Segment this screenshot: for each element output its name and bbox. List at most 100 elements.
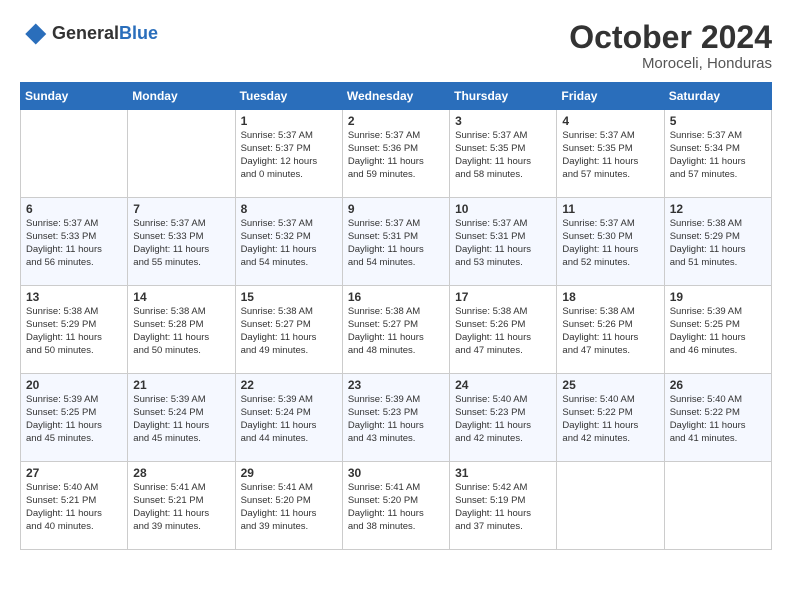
- cell-info: Sunrise: 5:37 AM Sunset: 5:35 PM Dayligh…: [562, 130, 658, 181]
- calendar-cell: 29 Sunrise: 5:41 AM Sunset: 5:20 PM Dayli…: [235, 462, 342, 550]
- calendar-cell: 4 Sunrise: 5:37 AM Sunset: 5:35 PM Daylig…: [557, 110, 664, 198]
- calendar-cell: 3 Sunrise: 5:37 AM Sunset: 5:35 PM Daylig…: [450, 110, 557, 198]
- calendar-cell: 17Sunrise: 5:38 AM Sunset: 5:26 PM Dayli…: [450, 286, 557, 374]
- logo-general: General: [52, 23, 119, 43]
- cell-info: Sunrise: 5:41 AM Sunset: 5:20 PM Dayligh…: [241, 482, 337, 533]
- logo: GeneralBlue: [20, 20, 158, 48]
- calendar-body: 1 Sunrise: 5:37 AM Sunset: 5:37 PM Daylig…: [21, 110, 772, 550]
- calendar-cell: 6 Sunrise: 5:37 AM Sunset: 5:33 PM Daylig…: [21, 198, 128, 286]
- week-row-3: 13Sunrise: 5:38 AM Sunset: 5:29 PM Dayli…: [21, 286, 772, 374]
- cell-info: Sunrise: 5:39 AM Sunset: 5:24 PM Dayligh…: [133, 394, 229, 445]
- logo-icon: [20, 20, 48, 48]
- cell-info: Sunrise: 5:41 AM Sunset: 5:21 PM Dayligh…: [133, 482, 229, 533]
- calendar-cell: 30 Sunrise: 5:41 AM Sunset: 5:20 PM Dayli…: [342, 462, 449, 550]
- day-number: 18: [562, 290, 658, 304]
- day-number: 3: [455, 114, 551, 128]
- day-number: 16: [348, 290, 444, 304]
- day-number: 5: [670, 114, 766, 128]
- month-title: October 2024: [569, 20, 772, 55]
- calendar-cell: 9 Sunrise: 5:37 AM Sunset: 5:31 PM Daylig…: [342, 198, 449, 286]
- cell-info: Sunrise: 5:37 AM Sunset: 5:33 PM Dayligh…: [133, 218, 229, 269]
- location-subtitle: Moroceli, Honduras: [569, 55, 772, 72]
- cell-info: Sunrise: 5:41 AM Sunset: 5:20 PM Dayligh…: [348, 482, 444, 533]
- day-number: 6: [26, 202, 122, 216]
- calendar-cell: 15 Sunrise: 5:38 AM Sunset: 5:27 PM Dayli…: [235, 286, 342, 374]
- cell-info: Sunrise: 5:38 AM Sunset: 5:26 PM Dayligh…: [562, 306, 658, 357]
- cell-info: Sunrise: 5:39 AM Sunset: 5:25 PM Dayligh…: [670, 306, 766, 357]
- cell-info: Sunrise: 5:37 AM Sunset: 5:37 PM Dayligh…: [241, 130, 337, 181]
- calendar-cell: 24Sunrise: 5:40 AM Sunset: 5:23 PM Dayli…: [450, 374, 557, 462]
- day-number: 29: [241, 466, 337, 480]
- day-number: 20: [26, 378, 122, 392]
- calendar-cell: 21 Sunrise: 5:39 AM Sunset: 5:24 PM Dayli…: [128, 374, 235, 462]
- day-number: 9: [348, 202, 444, 216]
- day-number: 22: [241, 378, 337, 392]
- calendar-table: SundayMondayTuesdayWednesdayThursdayFrid…: [20, 82, 772, 550]
- day-number: 7: [133, 202, 229, 216]
- calendar-cell: 14Sunrise: 5:38 AM Sunset: 5:28 PM Dayli…: [128, 286, 235, 374]
- day-number: 23: [348, 378, 444, 392]
- cell-info: Sunrise: 5:37 AM Sunset: 5:35 PM Dayligh…: [455, 130, 551, 181]
- column-header-tuesday: Tuesday: [235, 83, 342, 110]
- calendar-cell: 28Sunrise: 5:41 AM Sunset: 5:21 PM Dayli…: [128, 462, 235, 550]
- cell-info: Sunrise: 5:37 AM Sunset: 5:30 PM Dayligh…: [562, 218, 658, 269]
- logo-blue: Blue: [119, 23, 158, 43]
- day-number: 21: [133, 378, 229, 392]
- cell-info: Sunrise: 5:38 AM Sunset: 5:27 PM Dayligh…: [241, 306, 337, 357]
- cell-info: Sunrise: 5:40 AM Sunset: 5:22 PM Dayligh…: [562, 394, 658, 445]
- cell-info: Sunrise: 5:37 AM Sunset: 5:36 PM Dayligh…: [348, 130, 444, 181]
- cell-info: Sunrise: 5:40 AM Sunset: 5:23 PM Dayligh…: [455, 394, 551, 445]
- column-header-monday: Monday: [128, 83, 235, 110]
- cell-info: Sunrise: 5:39 AM Sunset: 5:25 PM Dayligh…: [26, 394, 122, 445]
- day-number: 8: [241, 202, 337, 216]
- column-header-saturday: Saturday: [664, 83, 771, 110]
- calendar-cell: [557, 462, 664, 550]
- calendar-cell: 18 Sunrise: 5:38 AM Sunset: 5:26 PM Dayli…: [557, 286, 664, 374]
- title-block: October 2024 Moroceli, Honduras: [569, 20, 772, 72]
- cell-info: Sunrise: 5:39 AM Sunset: 5:23 PM Dayligh…: [348, 394, 444, 445]
- day-number: 27: [26, 466, 122, 480]
- cell-info: Sunrise: 5:40 AM Sunset: 5:22 PM Dayligh…: [670, 394, 766, 445]
- day-number: 4: [562, 114, 658, 128]
- cell-info: Sunrise: 5:40 AM Sunset: 5:21 PM Dayligh…: [26, 482, 122, 533]
- day-number: 14: [133, 290, 229, 304]
- column-header-thursday: Thursday: [450, 83, 557, 110]
- calendar-header-row: SundayMondayTuesdayWednesdayThursdayFrid…: [21, 83, 772, 110]
- calendar-cell: 20 Sunrise: 5:39 AM Sunset: 5:25 PM Dayli…: [21, 374, 128, 462]
- column-header-sunday: Sunday: [21, 83, 128, 110]
- calendar-cell: 22Sunrise: 5:39 AM Sunset: 5:24 PM Dayli…: [235, 374, 342, 462]
- calendar-cell: [128, 110, 235, 198]
- page-header: GeneralBlue October 2024 Moroceli, Hondu…: [20, 20, 772, 72]
- week-row-4: 20 Sunrise: 5:39 AM Sunset: 5:25 PM Dayli…: [21, 374, 772, 462]
- day-number: 12: [670, 202, 766, 216]
- day-number: 26: [670, 378, 766, 392]
- day-number: 11: [562, 202, 658, 216]
- calendar-cell: 13Sunrise: 5:38 AM Sunset: 5:29 PM Dayli…: [21, 286, 128, 374]
- calendar-cell: [21, 110, 128, 198]
- calendar-cell: 16 Sunrise: 5:38 AM Sunset: 5:27 PM Dayli…: [342, 286, 449, 374]
- day-number: 13: [26, 290, 122, 304]
- calendar-cell: 12 Sunrise: 5:38 AM Sunset: 5:29 PM Dayli…: [664, 198, 771, 286]
- cell-info: Sunrise: 5:37 AM Sunset: 5:33 PM Dayligh…: [26, 218, 122, 269]
- week-row-2: 6 Sunrise: 5:37 AM Sunset: 5:33 PM Daylig…: [21, 198, 772, 286]
- cell-info: Sunrise: 5:42 AM Sunset: 5:19 PM Dayligh…: [455, 482, 551, 533]
- column-header-wednesday: Wednesday: [342, 83, 449, 110]
- day-number: 17: [455, 290, 551, 304]
- cell-info: Sunrise: 5:38 AM Sunset: 5:27 PM Dayligh…: [348, 306, 444, 357]
- day-number: 15: [241, 290, 337, 304]
- day-number: 1: [241, 114, 337, 128]
- calendar-cell: 7 Sunrise: 5:37 AM Sunset: 5:33 PM Daylig…: [128, 198, 235, 286]
- column-header-friday: Friday: [557, 83, 664, 110]
- day-number: 10: [455, 202, 551, 216]
- cell-info: Sunrise: 5:37 AM Sunset: 5:31 PM Dayligh…: [348, 218, 444, 269]
- calendar-cell: 2 Sunrise: 5:37 AM Sunset: 5:36 PM Daylig…: [342, 110, 449, 198]
- day-number: 2: [348, 114, 444, 128]
- day-number: 30: [348, 466, 444, 480]
- calendar-cell: 10Sunrise: 5:37 AM Sunset: 5:31 PM Dayli…: [450, 198, 557, 286]
- calendar-cell: 19Sunrise: 5:39 AM Sunset: 5:25 PM Dayli…: [664, 286, 771, 374]
- calendar-cell: 23 Sunrise: 5:39 AM Sunset: 5:23 PM Dayli…: [342, 374, 449, 462]
- calendar-cell: 27 Sunrise: 5:40 AM Sunset: 5:21 PM Dayli…: [21, 462, 128, 550]
- cell-info: Sunrise: 5:38 AM Sunset: 5:29 PM Dayligh…: [670, 218, 766, 269]
- calendar-cell: 1 Sunrise: 5:37 AM Sunset: 5:37 PM Daylig…: [235, 110, 342, 198]
- calendar-cell: 5Sunrise: 5:37 AM Sunset: 5:34 PM Daylig…: [664, 110, 771, 198]
